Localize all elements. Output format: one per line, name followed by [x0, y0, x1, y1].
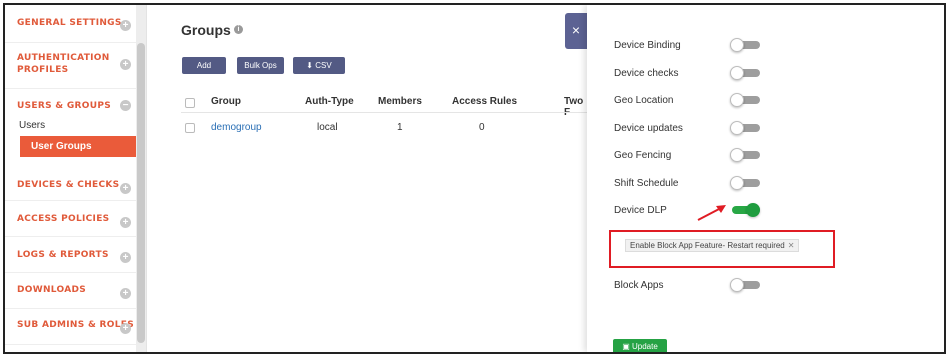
device-dlp-toggle[interactable] [732, 203, 760, 217]
sidebar-subitem-user-groups[interactable]: User Groups [20, 136, 137, 157]
main-content: Groups i Add Bulk Ops ⬇ CSV Group Auth-T… [148, 5, 591, 352]
sidebar-item-downloads[interactable]: DOWNLOADS + [5, 273, 137, 309]
expand-icon[interactable]: + [120, 288, 131, 299]
remove-tag-icon[interactable]: ✕ [788, 241, 795, 250]
block-apps-toggle[interactable] [730, 278, 760, 292]
app-window: GENERAL SETTINGS + AUTHENTICATION PROFIL… [3, 3, 946, 354]
sidebar-item-label: GENERAL SETTINGS [17, 18, 122, 28]
scrollbar-thumb[interactable] [137, 43, 145, 343]
expand-icon[interactable]: + [120, 20, 131, 31]
expand-icon[interactable]: + [120, 217, 131, 228]
geo-fencing-toggle[interactable] [730, 148, 760, 162]
csv-button[interactable]: ⬇ CSV [293, 57, 345, 74]
info-icon[interactable]: i [234, 25, 243, 34]
expand-icon[interactable]: + [120, 183, 131, 194]
shift-schedule-toggle[interactable] [730, 176, 760, 190]
sidebar-item-label: LOGS & REPORTS [17, 250, 109, 260]
close-panel-button[interactable]: × [565, 13, 587, 49]
add-button[interactable]: Add [182, 57, 226, 74]
setting-label-device-updates: Device updates [614, 123, 683, 134]
update-button[interactable]: ▣ Update [613, 339, 667, 352]
expand-icon[interactable]: + [120, 252, 131, 263]
sidebar-scrollbar[interactable] [136, 5, 146, 352]
column-header-auth-type[interactable]: Auth-Type [305, 96, 354, 107]
divider [181, 112, 591, 113]
device-binding-toggle[interactable] [730, 38, 760, 52]
setting-label-device-checks: Device checks [614, 68, 679, 79]
sidebar-item-logs-reports[interactable]: LOGS & REPORTS + [5, 237, 137, 273]
sidebar-item-label: USERS & GROUPS [17, 101, 112, 111]
sidebar-item-label: ACCESS POLICIES [17, 214, 110, 224]
sidebar-item-label: AUTHENTICATION PROFILES [17, 53, 110, 75]
save-icon: ▣ [622, 342, 630, 351]
group-settings-panel: Device Binding Device checks Geo Locatio… [587, 5, 944, 352]
sidebar-item-authentication-profiles[interactable]: AUTHENTICATION PROFILES + [5, 43, 137, 89]
group-link[interactable]: demogroup [211, 122, 262, 133]
device-updates-toggle[interactable] [730, 121, 760, 135]
setting-label-device-dlp: Device DLP [614, 205, 667, 216]
sidebar-item-general-settings[interactable]: GENERAL SETTINGS + [5, 5, 137, 43]
access-rules-cell: 0 [479, 122, 485, 133]
dlp-options-highlight: Enable Block App Feature- Restart requir… [609, 230, 835, 268]
sidebar: GENERAL SETTINGS + AUTHENTICATION PROFIL… [5, 5, 147, 352]
device-checks-toggle[interactable] [730, 66, 760, 80]
dlp-feature-tag-label: Enable Block App Feature- Restart requir… [630, 241, 785, 250]
setting-label-device-binding: Device Binding [614, 40, 681, 51]
column-header-members[interactable]: Members [378, 96, 422, 107]
sidebar-item-sub-admins-roles[interactable]: SUB ADMINS & ROLES + [5, 309, 137, 345]
select-all-checkbox[interactable] [185, 98, 195, 108]
auth-type-cell: local [317, 122, 338, 133]
dlp-feature-tag[interactable]: Enable Block App Feature- Restart requir… [625, 239, 800, 252]
sidebar-subitem-users[interactable]: Users [19, 120, 45, 131]
column-header-access-rules[interactable]: Access Rules [452, 96, 517, 107]
geo-location-toggle[interactable] [730, 93, 760, 107]
sidebar-item-devices-checks[interactable]: DEVICES & CHECKS + [5, 163, 137, 201]
column-header-two-factor[interactable]: Two F [564, 96, 588, 118]
expand-icon[interactable]: + [120, 323, 131, 334]
close-icon: × [571, 22, 581, 38]
download-icon: ⬇ [306, 61, 313, 70]
setting-label-geo-location: Geo Location [614, 95, 674, 106]
column-header-group[interactable]: Group [211, 96, 241, 107]
setting-label-geo-fencing: Geo Fencing [614, 150, 672, 161]
row-checkbox[interactable] [185, 123, 195, 133]
bulk-ops-button[interactable]: Bulk Ops [237, 57, 284, 74]
update-button-label: Update [632, 342, 658, 351]
sidebar-item-access-policies[interactable]: ACCESS POLICIES + [5, 201, 137, 237]
red-arrow-annotation [697, 205, 726, 221]
sidebar-item-label: DOWNLOADS [17, 285, 87, 295]
csv-button-label: CSV [315, 61, 332, 70]
members-cell: 1 [397, 122, 403, 133]
setting-label-shift-schedule: Shift Schedule [614, 178, 679, 189]
page-title: Groups [181, 22, 231, 38]
sidebar-item-label: SUB ADMINS & ROLES [17, 320, 134, 330]
setting-label-block-apps: Block Apps [614, 280, 664, 291]
sidebar-item-label: DEVICES & CHECKS [17, 180, 120, 190]
collapse-icon[interactable]: − [120, 100, 131, 111]
expand-icon[interactable]: + [120, 59, 131, 70]
